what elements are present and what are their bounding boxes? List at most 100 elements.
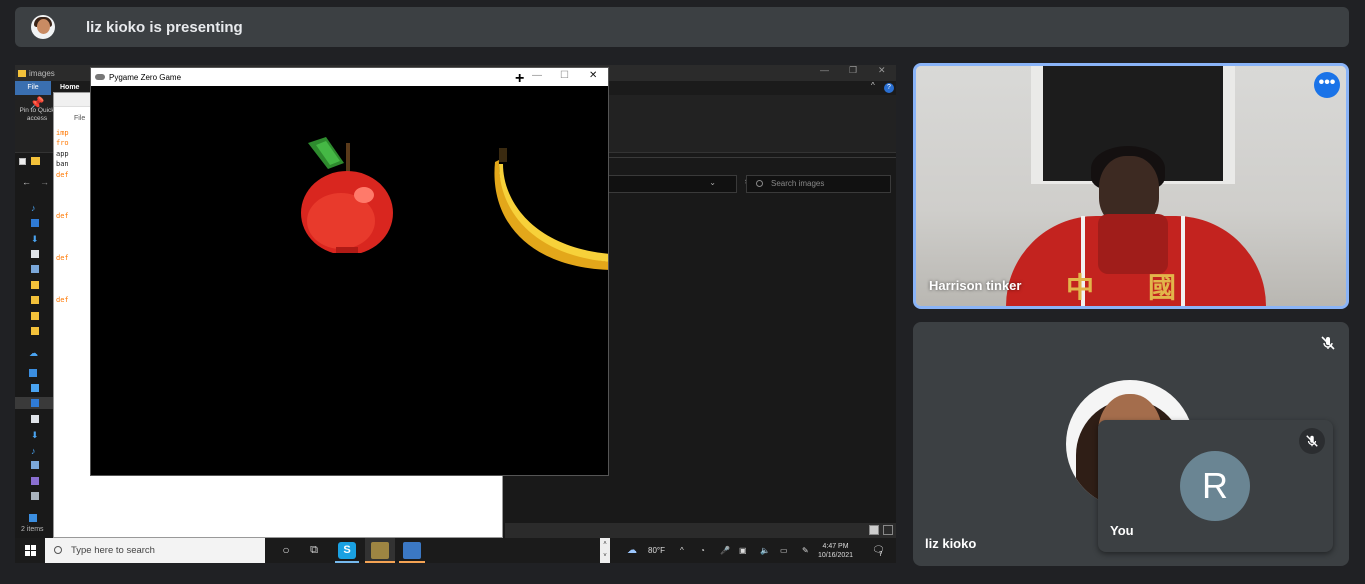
editor-line-text: fro xyxy=(56,139,69,148)
cortana-icon[interactable]: ○ xyxy=(277,542,295,559)
presenting-text: liz kioko is presenting xyxy=(86,18,243,36)
presenting-banner: liz kioko is presenting xyxy=(15,7,1349,47)
nav-item-this-pc[interactable] xyxy=(29,368,41,378)
nav-item-pictures-pc[interactable] xyxy=(31,460,43,470)
close-icon[interactable]: ✕ xyxy=(589,70,597,81)
minimize-icon[interactable]: — xyxy=(820,65,829,75)
taskbar-clock[interactable]: 4:47 PM 10/16/2021 xyxy=(818,542,853,560)
explorer-search-input[interactable]: Search images xyxy=(746,175,891,193)
nav-item-downloads[interactable]: ⬇ xyxy=(31,233,43,244)
pin-icon: 📌 xyxy=(29,96,45,110)
participant-name: liz kioko xyxy=(925,536,977,551)
address-bar[interactable]: ⌄ ↻ xyxy=(607,175,752,193)
skype-icon[interactable]: S xyxy=(338,542,356,559)
participant-tile-harrison[interactable]: 中 國 ••• Harrison tinker xyxy=(913,63,1349,309)
nav-item-music-pc[interactable]: ♪ xyxy=(31,445,43,456)
nav-item-pictures[interactable] xyxy=(31,264,43,274)
clock-time: 4:47 PM xyxy=(822,543,849,550)
help-icon[interactable]: ? xyxy=(884,83,894,93)
large-icons-view-icon[interactable] xyxy=(883,525,893,535)
back-arrow-icon[interactable]: ← xyxy=(22,177,31,187)
display-icon[interactable]: ▭ xyxy=(780,538,788,563)
taskbar-scroll[interactable]: ˄ ˅ xyxy=(600,538,610,563)
ribbon-divider xyxy=(605,157,896,158)
nav-item-music[interactable]: ♪ xyxy=(31,202,43,213)
nav-item-folder-2[interactable] xyxy=(31,295,43,305)
weather-temp[interactable]: 80°F xyxy=(648,538,665,563)
close-icon[interactable]: ✕ xyxy=(878,65,886,76)
editor-line-text: def xyxy=(56,212,69,221)
mic-off-icon xyxy=(1299,428,1325,454)
search-placeholder: Search images xyxy=(771,179,825,188)
minimize-icon[interactable]: — xyxy=(532,70,542,81)
avatar: R xyxy=(1180,451,1250,521)
status-item-count: 2 items xyxy=(21,526,44,533)
notification-count: 7 xyxy=(879,552,883,558)
participant-video: 中 國 xyxy=(916,66,1346,306)
chevron-down-icon[interactable]: ⌄ xyxy=(709,178,716,187)
participant-name: Harrison tinker xyxy=(929,278,1022,293)
status-bar xyxy=(505,523,896,538)
menu-file[interactable]: File xyxy=(74,115,85,122)
taskbar-search-placeholder: Type here to search xyxy=(71,545,155,556)
game-titlebar: Pygame Zero Game — ☐ ✕ xyxy=(91,68,608,86)
nav-item-folder-3[interactable] xyxy=(31,311,43,321)
nav-item-documents-pc[interactable] xyxy=(31,414,43,424)
nav-item-desktop[interactable] xyxy=(31,218,43,228)
game-title: Pygame Zero Game xyxy=(109,72,182,82)
windows-start-icon[interactable] xyxy=(25,545,37,557)
tab-file[interactable]: File xyxy=(15,81,51,95)
game-canvas[interactable] xyxy=(91,86,608,475)
editor-line-text: def xyxy=(56,295,69,304)
apple-sprite xyxy=(301,137,393,253)
more-options-button[interactable]: ••• xyxy=(1314,72,1340,98)
wifi-icon[interactable]: ◔ xyxy=(700,538,705,563)
taskbar-search-input[interactable]: Type here to search xyxy=(45,538,265,563)
details-view-icon[interactable] xyxy=(869,525,879,535)
pin-label: Pin to Quick access xyxy=(19,107,55,122)
nav-item-desktop-pc[interactable] xyxy=(31,398,43,408)
task-view-icon[interactable]: ⧉ xyxy=(305,542,323,559)
microphone-icon[interactable]: 🎤 xyxy=(720,538,730,563)
nav-item-downloads-pc[interactable]: ⬇ xyxy=(31,429,43,440)
editor-line-text: def xyxy=(56,253,69,262)
volume-icon[interactable]: 🔈 xyxy=(760,538,770,563)
nav-item-network[interactable] xyxy=(29,513,41,523)
navigation-pane: ← → ♪ ⬇ ☁ ⬇ ♪ xyxy=(15,153,57,538)
editor-line-text: imp xyxy=(56,129,69,137)
nav-item-documents[interactable] xyxy=(31,249,43,259)
skype-active-indicator xyxy=(335,561,359,563)
python-idle-icon[interactable] xyxy=(403,542,421,559)
explorer-title: images xyxy=(29,68,55,78)
participant-name: You xyxy=(1110,523,1134,538)
nav-item-local-disk[interactable] xyxy=(31,491,43,501)
search-icon xyxy=(54,546,62,554)
maximize-icon[interactable]: ☐ xyxy=(560,70,569,81)
clock-date: 10/16/2021 xyxy=(818,552,854,559)
nav-item-folder-1[interactable] xyxy=(31,280,43,290)
folder-icon xyxy=(18,69,26,77)
weather-icon[interactable]: ☁ xyxy=(627,538,637,563)
notification-icon[interactable]: 🗨 xyxy=(872,538,885,563)
nav-item-folder-4[interactable] xyxy=(31,326,43,336)
nav-item-videos-pc[interactable] xyxy=(31,476,43,486)
editor-line-text: app xyxy=(56,149,69,158)
nav-item-onedrive[interactable]: ☁ xyxy=(29,347,41,358)
restore-icon[interactable]: ❐ xyxy=(849,65,857,76)
nav-item-3d-objects[interactable] xyxy=(31,383,43,393)
forward-arrow-icon[interactable]: → xyxy=(40,177,49,187)
banana-sprite xyxy=(494,148,608,270)
search-icon xyxy=(756,180,763,187)
idle-active-indicator xyxy=(399,561,425,563)
tray-chevron-icon[interactable]: ^ xyxy=(680,538,684,563)
battery-icon[interactable]: ▣ xyxy=(739,538,747,563)
pen-icon[interactable]: ✎ xyxy=(802,538,809,563)
windows-taskbar: Type here to search ○ ⧉ S ˄ ˅ ☁ 80°F ^ ◔ … xyxy=(15,538,896,563)
chevron-up-icon[interactable]: ^ xyxy=(871,81,875,90)
presenter-avatar xyxy=(31,15,55,39)
checkbox-icon[interactable] xyxy=(19,158,26,165)
pygame-zero-window: Pygame Zero Game — ☐ ✕ + xyxy=(90,67,609,476)
explorer-active-indicator xyxy=(365,561,395,563)
participant-tile-you[interactable]: R You xyxy=(1098,420,1333,552)
pin-quick-access[interactable]: 📌 Pin to Quick access xyxy=(17,96,57,123)
